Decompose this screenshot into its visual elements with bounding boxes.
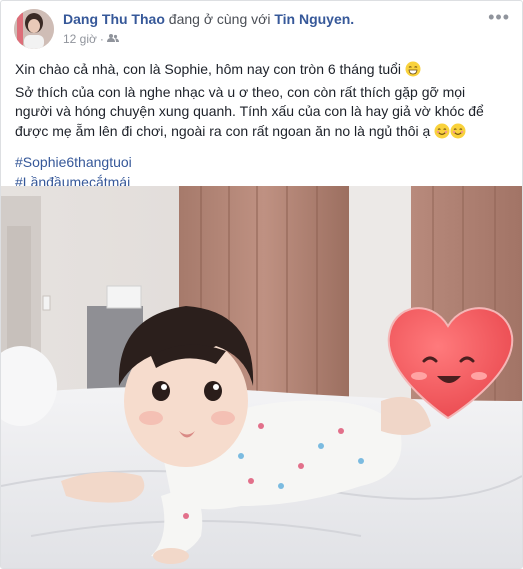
author-name-link[interactable]: Dang Thu Thao <box>63 11 165 27</box>
post-photo[interactable] <box>1 186 522 568</box>
post-meta: 12 giờ · <box>63 32 119 46</box>
author-avatar[interactable] <box>14 9 54 49</box>
post-header: Dang Thu Thao đang ở cùng với Tin Nguyen… <box>1 1 522 53</box>
friends-icon[interactable] <box>106 32 119 46</box>
hashtag-link[interactable]: #Sophie6thangtuoi <box>15 154 132 170</box>
smiling-face-icon <box>450 123 466 145</box>
post-line: Xin chào cả nhà, con là Sophie, hôm nay … <box>15 61 402 77</box>
separator-dot: · <box>99 32 104 46</box>
post-text: Xin chào cả nhà, con là Sophie, hôm nay … <box>15 60 511 192</box>
with-text: đang ở cùng với <box>168 11 271 27</box>
author-line: Dang Thu Thao đang ở cùng với Tin Nguyen… <box>63 10 354 28</box>
feed-post: Dang Thu Thao đang ở cùng với Tin Nguyen… <box>0 0 523 569</box>
post-line: được mẹ ẵm lên đi chơi, ngoài ra con rất… <box>15 122 431 139</box>
timestamp-link[interactable]: 12 giờ <box>63 32 97 46</box>
grinning-face-icon <box>405 61 421 83</box>
smiling-face-icon <box>434 123 450 145</box>
post-line: người và hóng chuyện xung quanh. Tính xấ… <box>15 103 484 119</box>
post-line: Sở thích của con là nghe nhạc và u ơ the… <box>15 83 466 100</box>
tagged-user-link[interactable]: Tin Nguyen. <box>274 11 354 27</box>
more-options-icon[interactable]: ••• <box>488 8 510 26</box>
